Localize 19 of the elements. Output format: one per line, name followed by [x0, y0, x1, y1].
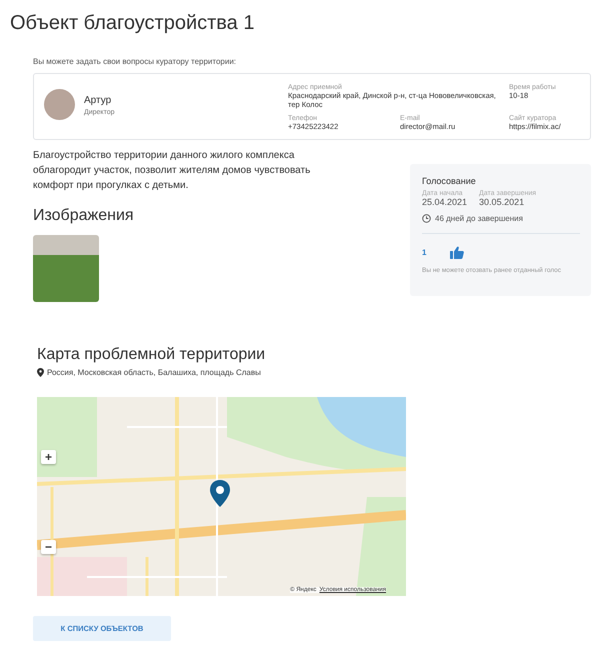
intro-text: Вы можете задать свои вопросы куратору территории:: [33, 57, 238, 66]
zoom-out-button[interactable]: −: [41, 540, 56, 554]
date-value: 25.04.2021: [422, 197, 468, 207]
thumbs-up-icon[interactable]: [450, 246, 464, 259]
description-text: Благоустройство территории данного жилого комплекса облагородит участок, позволит жителям домов чувствовать комфорт при прогулках с детьми.: [33, 149, 312, 193]
zoom-in-button[interactable]: +: [41, 450, 56, 464]
clock-icon: [422, 214, 431, 223]
address-text: Россия, Московская область, Балашиха, площадь Славы: [47, 368, 261, 377]
map-heading: Карта проблемной территории: [37, 346, 266, 364]
images-heading: Изображения: [33, 207, 135, 225]
location-pin-icon: [37, 368, 44, 377]
date-value: 30.05.2021: [479, 197, 526, 207]
like-count: 1: [422, 248, 428, 257]
days-remaining: 46 дней до завершения: [435, 214, 523, 223]
voting-title: Голосование: [422, 176, 477, 186]
page-title: Объект благоустройства 1: [10, 12, 256, 35]
photo-placeholder[interactable]: [33, 235, 99, 302]
curator-name: Артур: [84, 95, 112, 106]
avatar: [44, 89, 75, 120]
